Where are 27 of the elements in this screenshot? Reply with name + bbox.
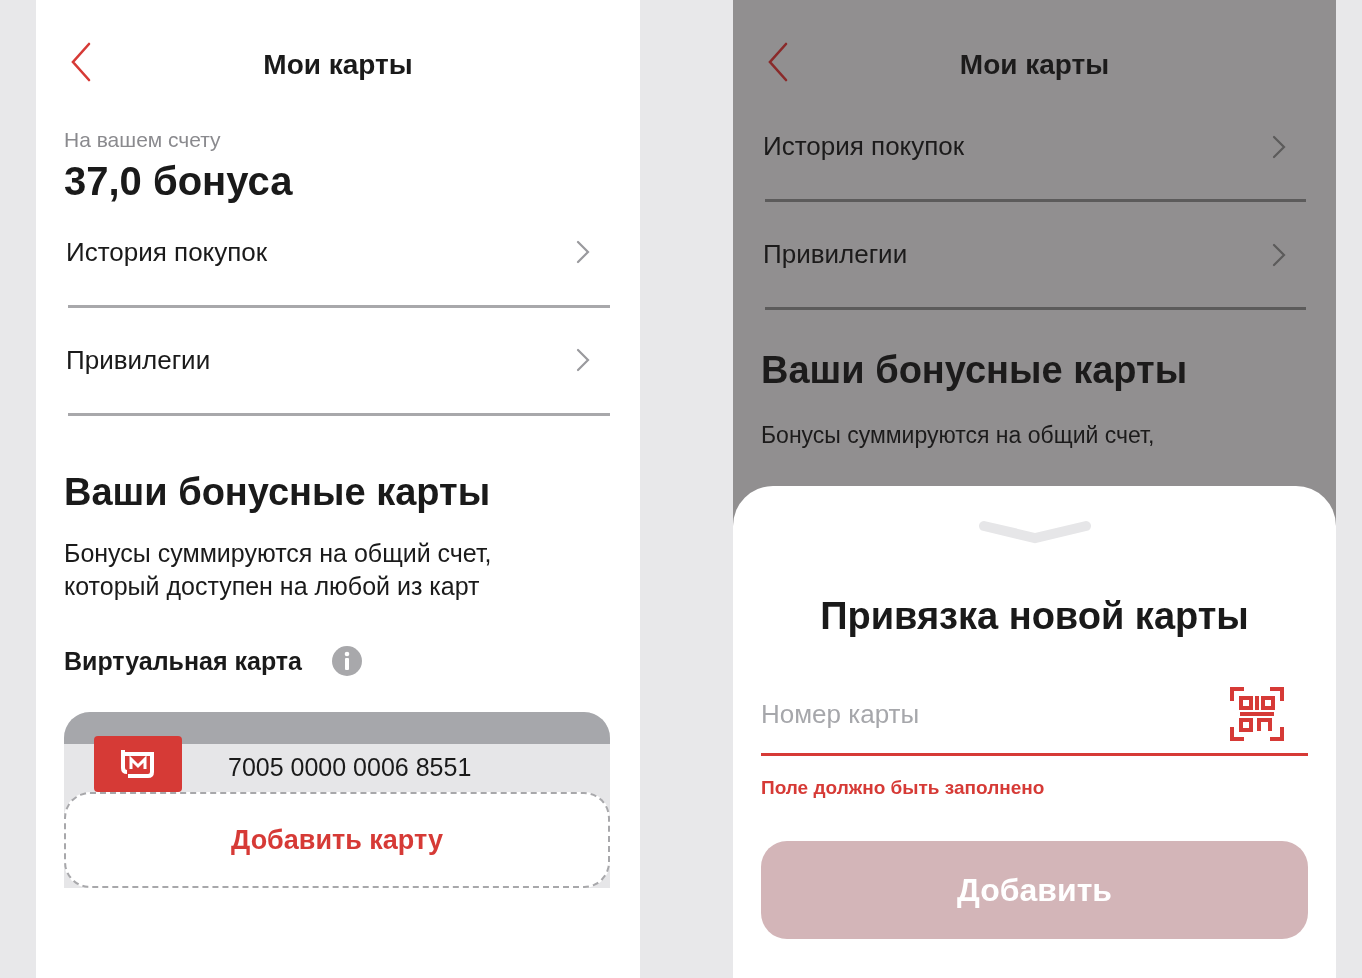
- section-title: Ваши бонусные карты: [64, 469, 492, 515]
- section-description: Бонусы суммируются на общий счет,: [761, 421, 1156, 449]
- menu-item[interactable]: История покупок: [66, 232, 268, 272]
- add-card-button[interactable]: Добавить карту: [64, 792, 610, 888]
- menu-item[interactable]: История покупок: [763, 127, 965, 166]
- balance-label: На вашем счету: [64, 127, 222, 153]
- qr-code-icon[interactable]: [1230, 687, 1284, 741]
- screen-title: Мои карты: [959, 48, 1110, 82]
- logo-icon: [94, 736, 182, 792]
- info-icon[interactable]: [332, 646, 362, 677]
- sheet-handle-icon[interactable]: [977, 520, 1092, 546]
- chevron-right-icon: [576, 240, 590, 264]
- chevron-right-icon: [1272, 242, 1286, 267]
- menu-item[interactable]: Привилегии: [66, 340, 211, 380]
- balance-amount: 37,0 бонуса: [64, 157, 294, 205]
- section-title: Ваши бонусные карты: [761, 348, 1189, 393]
- virtual-card-label: Виртуальная карта: [64, 645, 302, 677]
- card-number-field[interactable]: Номер карты: [761, 694, 1230, 734]
- chevron-right-icon: [576, 348, 590, 372]
- sheet-title: Привязка новой карты: [820, 594, 1249, 639]
- menu-item[interactable]: Привилегии: [763, 235, 908, 274]
- section-description: Бонусы суммируются на общий счет, который доступен на любой из карт: [64, 537, 493, 602]
- screen-title: Мои карты: [263, 48, 413, 82]
- error-message: Поле должно быть заполнено: [761, 776, 1045, 800]
- chevron-right-icon: [1272, 134, 1286, 159]
- card-number: 7005 0000 0006 8551: [228, 752, 472, 784]
- virtual-card[interactable]: 7005 0000 0006 8551 Добавить карту: [64, 712, 610, 888]
